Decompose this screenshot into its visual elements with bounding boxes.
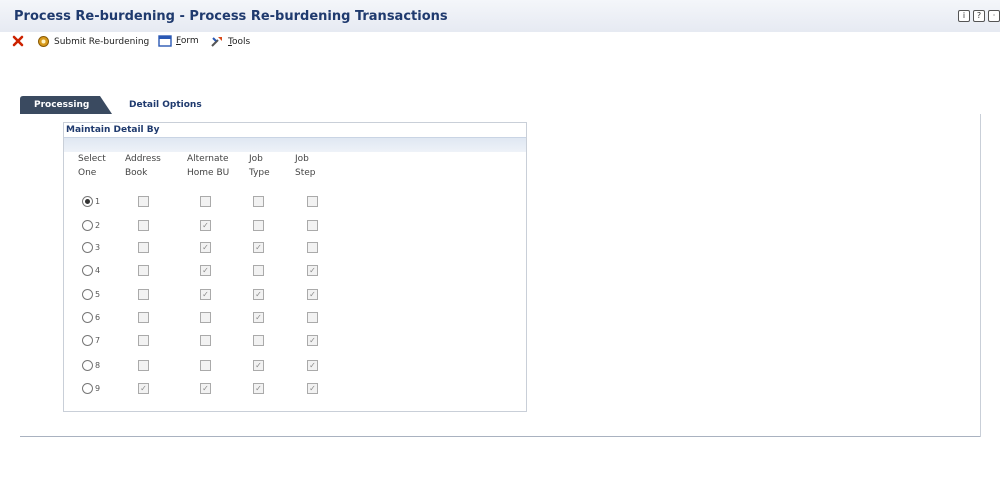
job-type-checkbox[interactable]	[253, 265, 264, 276]
option-number: 8	[95, 361, 101, 370]
job-type-checkbox[interactable]: ✓	[253, 289, 264, 300]
option-number: 2	[95, 221, 101, 230]
option-number: 1	[95, 197, 101, 206]
col-header-job-step: Job Step	[295, 154, 316, 178]
option-number: 4	[95, 266, 101, 275]
address-book-checkbox[interactable]	[138, 335, 149, 346]
toolbar: Submit Re-burdening Form Tools	[0, 32, 1000, 54]
job-type-checkbox[interactable]	[253, 335, 264, 346]
submit-reburdening-button[interactable]: Submit Re-burdening	[37, 35, 149, 48]
col-header-alternate-home-bu: Alternate Home BU	[187, 154, 230, 178]
select-one-radio[interactable]	[82, 242, 93, 253]
tab-processing-label: Processing	[34, 100, 90, 110]
close-x-icon	[12, 35, 24, 47]
address-book-checkbox[interactable]	[138, 360, 149, 371]
option-row: 2 ✓	[64, 218, 526, 234]
tab-processing[interactable]: Processing	[20, 96, 112, 114]
select-one-radio[interactable]	[82, 196, 93, 207]
select-one-radio[interactable]	[82, 265, 93, 276]
alternate-home-bu-checkbox[interactable]: ✓	[200, 220, 211, 231]
job-type-checkbox[interactable]: ✓	[253, 383, 264, 394]
group-header-band	[64, 137, 526, 152]
option-row: 7 ✓	[64, 333, 526, 349]
address-book-checkbox[interactable]	[138, 312, 149, 323]
address-book-checkbox[interactable]: ✓	[138, 383, 149, 394]
col-header-select-one: Select One	[78, 154, 106, 178]
group-title: Maintain Detail By	[66, 125, 160, 135]
job-step-checkbox[interactable]: ✓	[307, 289, 318, 300]
job-type-checkbox[interactable]: ✓	[253, 242, 264, 253]
address-book-checkbox[interactable]	[138, 242, 149, 253]
address-book-checkbox[interactable]	[138, 265, 149, 276]
option-row: 4 ✓ ✓	[64, 263, 526, 279]
select-one-radio[interactable]	[82, 312, 93, 323]
job-step-checkbox[interactable]: ✓	[307, 383, 318, 394]
address-book-checkbox[interactable]	[138, 289, 149, 300]
maintain-detail-group: Maintain Detail By Select One Address Book…	[63, 122, 527, 412]
alternate-home-bu-checkbox[interactable]: ✓	[200, 289, 211, 300]
option-number: 7	[95, 336, 101, 345]
tab-detail-options[interactable]: Detail Options	[129, 100, 202, 110]
more-icon[interactable]: ·	[988, 10, 1000, 22]
submit-gear-icon	[38, 36, 49, 47]
form-menu-label: Form	[176, 36, 199, 46]
option-row: 3 ✓ ✓	[64, 240, 526, 256]
option-number: 6	[95, 313, 101, 322]
option-number: 5	[95, 290, 101, 299]
option-number: 3	[95, 243, 101, 252]
job-step-checkbox[interactable]	[307, 220, 318, 231]
option-row: 1	[64, 194, 526, 210]
col-header-job-type: Job Type	[249, 154, 270, 178]
option-number: 9	[95, 384, 101, 393]
alternate-home-bu-checkbox[interactable]: ✓	[200, 242, 211, 253]
select-one-radio[interactable]	[82, 335, 93, 346]
job-type-checkbox[interactable]: ✓	[253, 312, 264, 323]
alternate-home-bu-checkbox[interactable]	[200, 360, 211, 371]
job-type-checkbox[interactable]: ✓	[253, 360, 264, 371]
address-book-checkbox[interactable]	[138, 196, 149, 207]
address-book-checkbox[interactable]	[138, 220, 149, 231]
alternate-home-bu-checkbox[interactable]	[200, 196, 211, 207]
form-icon	[158, 35, 172, 47]
option-row: 9 ✓ ✓ ✓ ✓	[64, 381, 526, 397]
job-step-checkbox[interactable]: ✓	[307, 360, 318, 371]
alternate-home-bu-checkbox[interactable]: ✓	[200, 265, 211, 276]
job-step-checkbox[interactable]	[307, 242, 318, 253]
alternate-home-bu-checkbox[interactable]: ✓	[200, 383, 211, 394]
title-bar: Process Re-burdening - Process Re-burden…	[0, 0, 1000, 32]
option-row: 5 ✓ ✓ ✓	[64, 287, 526, 303]
select-one-radio[interactable]	[82, 220, 93, 231]
col-header-address-book: Address Book	[125, 154, 161, 178]
form-menu[interactable]: Form	[158, 35, 199, 47]
job-step-checkbox[interactable]	[307, 196, 318, 207]
job-step-checkbox[interactable]: ✓	[307, 335, 318, 346]
job-type-checkbox[interactable]	[253, 220, 264, 231]
job-step-checkbox[interactable]	[307, 312, 318, 323]
job-step-checkbox[interactable]: ✓	[307, 265, 318, 276]
about-icon[interactable]: i	[958, 10, 970, 22]
window-controls: i ? ·	[958, 10, 1000, 22]
option-row: 6 ✓	[64, 310, 526, 326]
help-icon[interactable]: ?	[973, 10, 985, 22]
alternate-home-bu-checkbox[interactable]	[200, 335, 211, 346]
page-title: Process Re-burdening - Process Re-burden…	[14, 9, 448, 24]
option-row: 8 ✓ ✓	[64, 358, 526, 374]
tools-icon	[211, 37, 222, 47]
submit-reburdening-label: Submit Re-burdening	[54, 36, 150, 47]
select-one-radio[interactable]	[82, 383, 93, 394]
select-one-radio[interactable]	[82, 289, 93, 300]
tab-panel-baseline	[20, 436, 980, 437]
close-button[interactable]	[12, 35, 24, 47]
select-one-radio[interactable]	[82, 360, 93, 371]
tools-menu-label: Tools	[228, 36, 251, 47]
job-type-checkbox[interactable]	[253, 196, 264, 207]
alternate-home-bu-checkbox[interactable]	[200, 312, 211, 323]
tools-menu[interactable]: Tools	[210, 35, 250, 48]
